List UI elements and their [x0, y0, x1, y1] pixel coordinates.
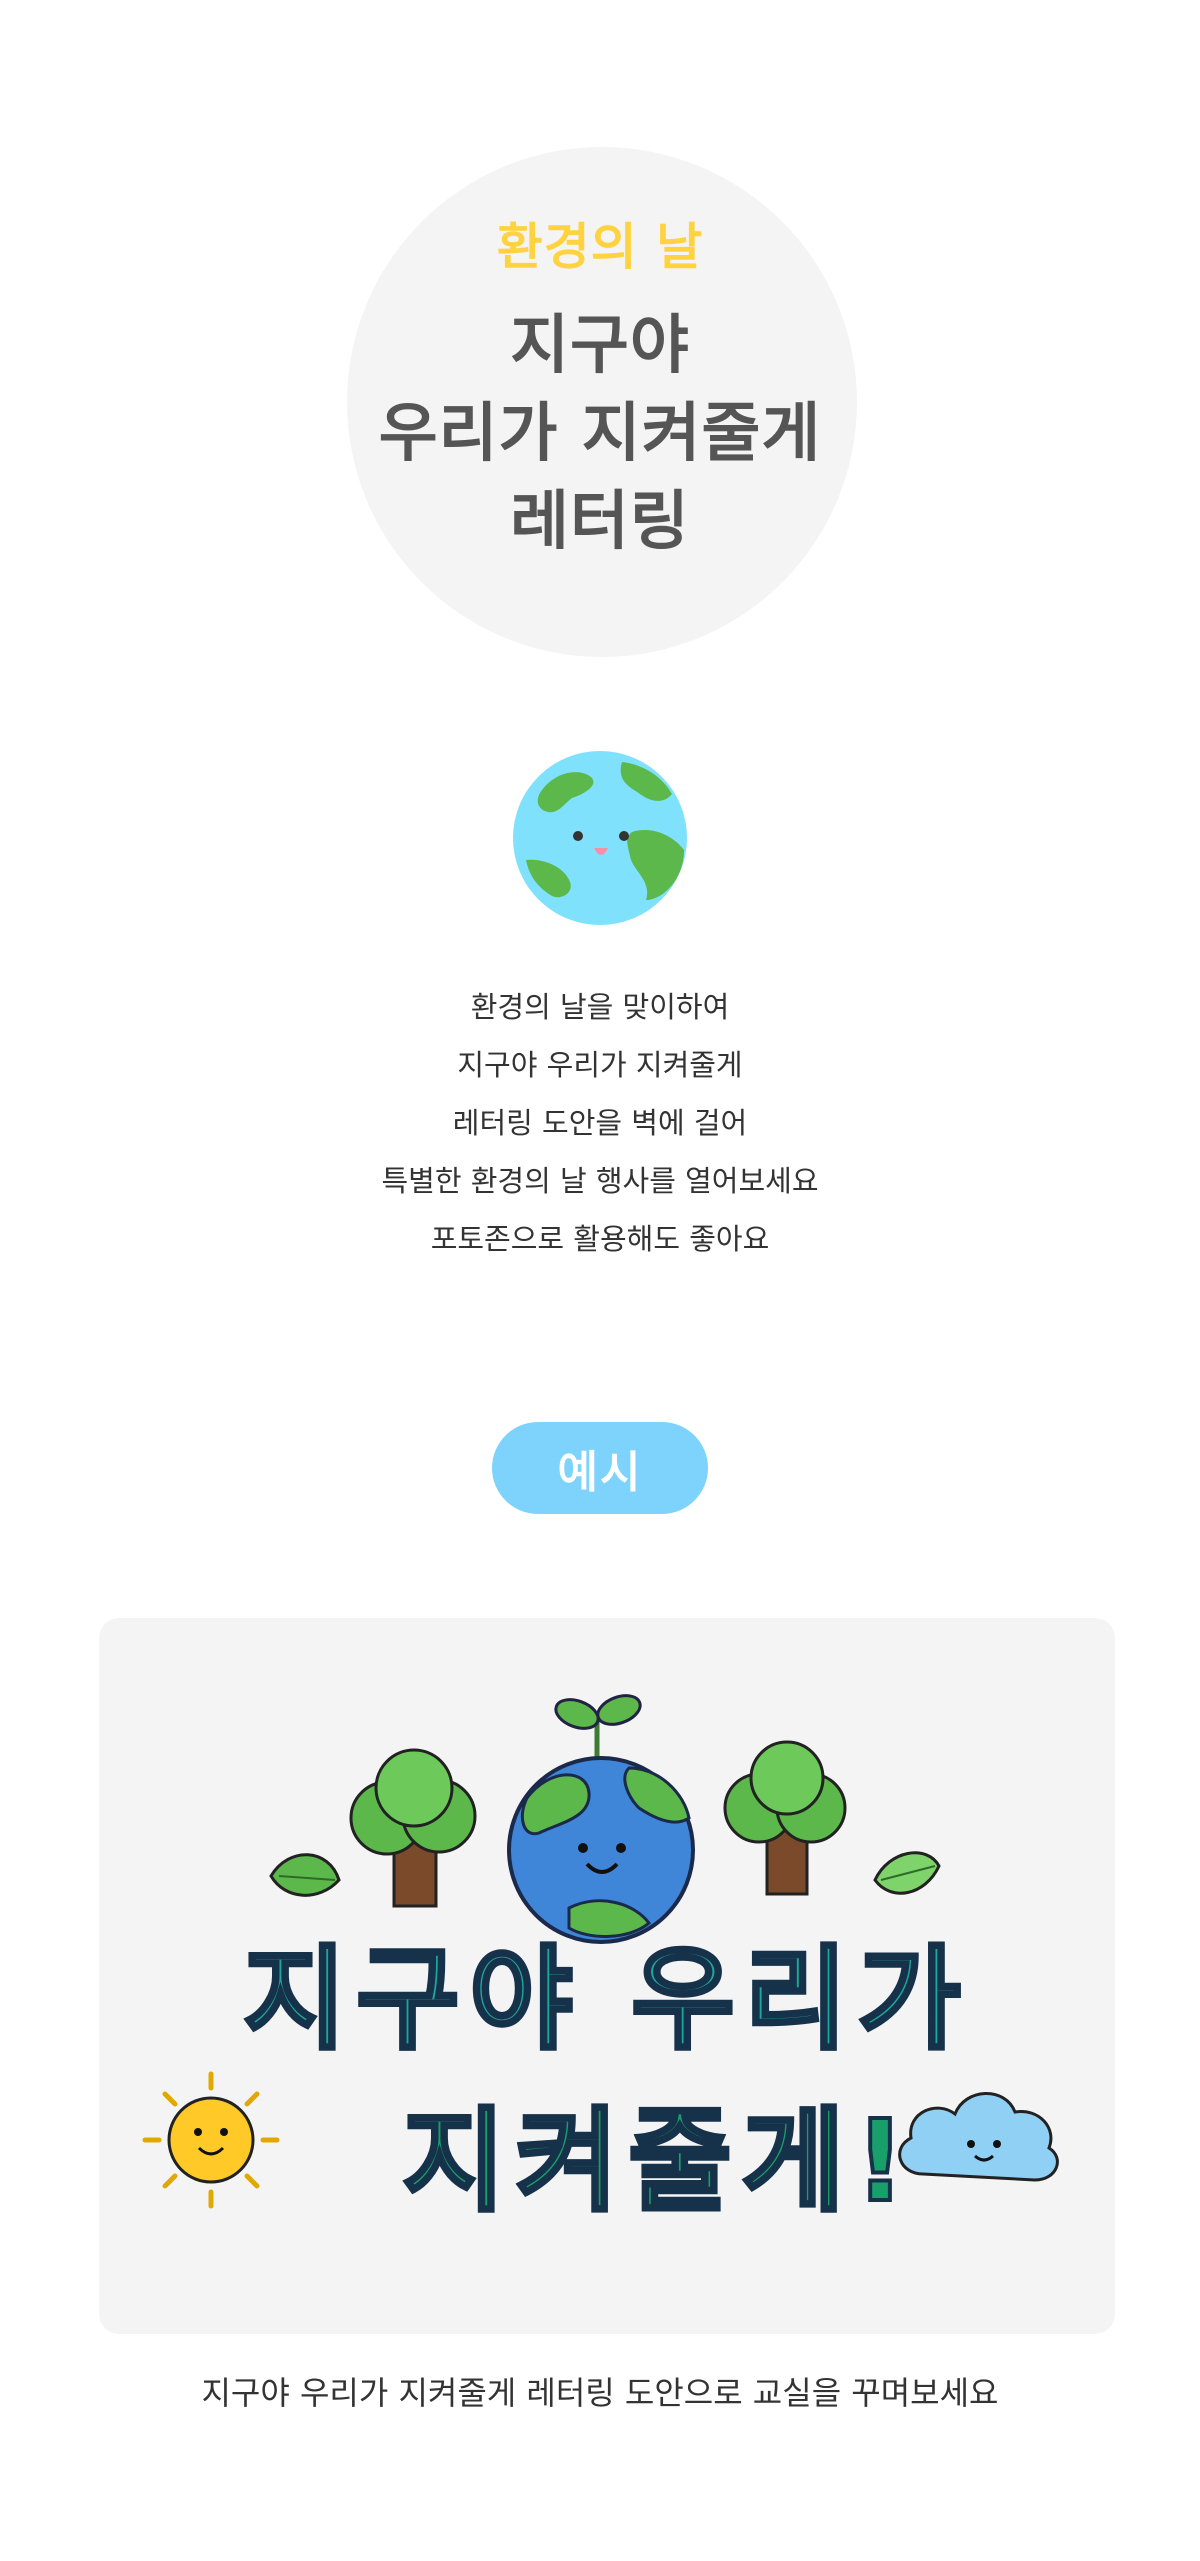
tree-icon: [349, 1748, 477, 1908]
hero-subtitle: 환경의 날: [496, 218, 704, 276]
example-image-card: 지구야 우리가 지켜줄게!: [99, 1618, 1115, 2334]
cloud-icon: [898, 2092, 1059, 2182]
lettering-illustration: 지구야 우리가 지켜줄게!: [142, 1694, 1059, 2229]
lettering-line-2: 지켜줄게!: [402, 2097, 915, 2227]
hero-title-line-1: 지구야: [510, 309, 690, 383]
description-line: 포토존으로 활용해도 좋아요: [430, 1222, 770, 1256]
description-line: 지구야 우리가 지켜줄게: [457, 1048, 743, 1082]
description-line: 레터링 도안을 벽에 걸어: [452, 1106, 748, 1140]
globe-icon: [507, 1756, 695, 1944]
tree-icon: [723, 1740, 847, 1896]
hero-title-line-3: 레터링: [510, 485, 690, 559]
lettering-line-1: 지구야 우리가: [243, 1935, 970, 2065]
smiling-earth-icon: [513, 751, 687, 925]
description-line: 환경의 날을 맞이하여: [470, 990, 730, 1024]
sprout-icon: [554, 1694, 642, 1758]
leaf-icon: [269, 1853, 341, 1897]
description-line: 특별한 환경의 날 행사를 열어보세요: [381, 1164, 819, 1198]
leaf-icon: [873, 1851, 941, 1895]
hero-title-line-2: 우리가 지켜줄게: [378, 397, 822, 471]
description-block: 환경의 날을 맞이하여 지구야 우리가 지켜줄게 레터링 도안을 벽에 걸어 특…: [0, 978, 1200, 1268]
example-label-badge: 예시: [492, 1422, 708, 1514]
sun-icon: [142, 2071, 280, 2209]
example-caption: 지구야 우리가 지켜줄게 레터링 도안으로 교실을 꾸며보세요: [201, 2374, 999, 2412]
